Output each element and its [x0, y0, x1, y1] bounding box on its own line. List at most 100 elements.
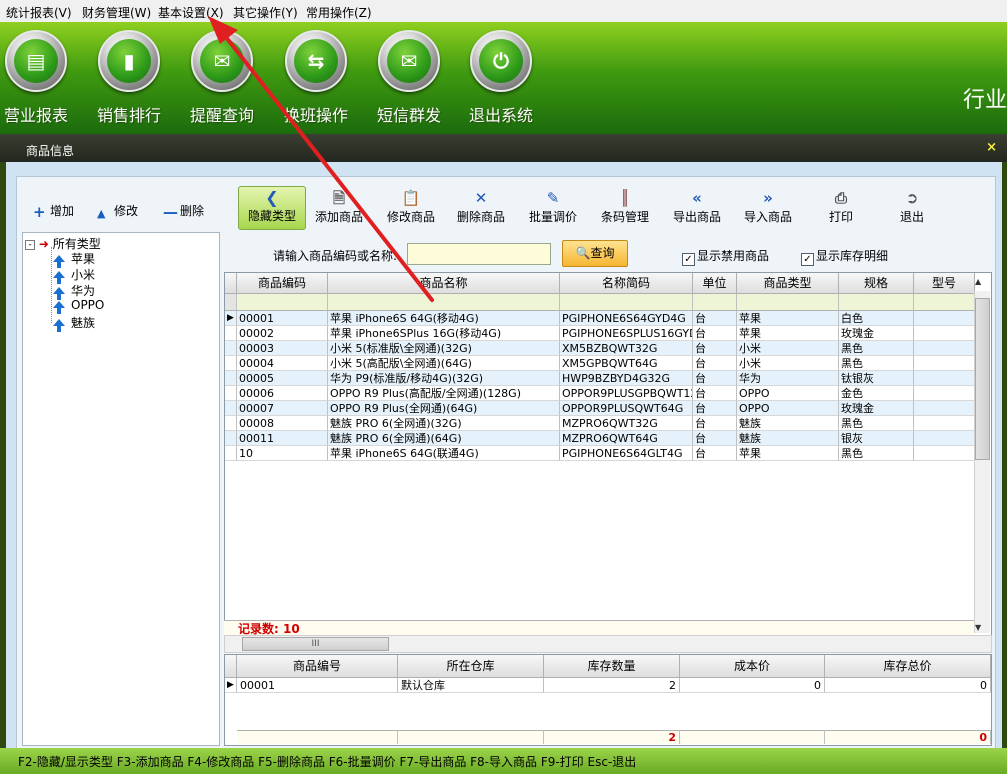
- banner-button-exit-system[interactable]: ⏻ 退出系统: [461, 30, 541, 126]
- column-header[interactable]: 名称简码: [560, 273, 693, 294]
- tree-item-oppo[interactable]: OPPO: [53, 298, 104, 314]
- table-cell[interactable]: [914, 416, 975, 431]
- scroll-down-icon[interactable]: ▼: [975, 623, 981, 632]
- delete-category-button[interactable]: — 删除: [163, 202, 204, 220]
- filter-cell[interactable]: [914, 294, 975, 311]
- stock-column-header[interactable]: 库存数量: [544, 655, 680, 678]
- search-input[interactable]: [407, 243, 551, 265]
- table-cell[interactable]: 华为 P9(标准版/移动4G)(32G): [328, 371, 560, 386]
- table-cell[interactable]: 魅族: [737, 431, 839, 446]
- table-cell[interactable]: OPPOR9PLUSGPBQWT128G: [560, 386, 693, 401]
- table-cell[interactable]: [914, 446, 975, 461]
- table-cell[interactable]: 苹果: [737, 326, 839, 341]
- table-cell[interactable]: 00004: [237, 356, 328, 371]
- tree-item-xiaomi[interactable]: 小米: [53, 266, 95, 284]
- filter-cell[interactable]: [237, 294, 328, 311]
- filter-cell[interactable]: [737, 294, 839, 311]
- table-cell[interactable]: PGIPHONE6S64GLT4G: [560, 446, 693, 461]
- table-cell[interactable]: 苹果: [737, 446, 839, 461]
- column-header[interactable]: 商品类型: [737, 273, 839, 294]
- batch-price-button[interactable]: ✎ 批量调价: [520, 188, 586, 228]
- table-row[interactable]: 00011 魅族 PRO 6(全网通)(64G) MZPRO6QWT64G 台魅族 银灰: [225, 431, 975, 446]
- table-cell[interactable]: 00001: [237, 311, 328, 326]
- add-category-button[interactable]: + 增加: [33, 202, 74, 220]
- filter-cell[interactable]: [328, 294, 560, 311]
- table-cell[interactable]: 黑色: [839, 446, 914, 461]
- column-header[interactable]: 规格: [839, 273, 914, 294]
- table-cell[interactable]: 苹果 iPhone6SPlus 16G(移动4G): [328, 326, 560, 341]
- table-cell[interactable]: 黑色: [839, 356, 914, 371]
- table-cell[interactable]: 台: [693, 311, 737, 326]
- table-cell[interactable]: 10: [237, 446, 328, 461]
- table-cell[interactable]: 00005: [237, 371, 328, 386]
- menu-statistics[interactable]: 统计报表(V): [6, 4, 72, 21]
- stock-column-header[interactable]: 成本价: [680, 655, 825, 678]
- table-cell[interactable]: 苹果: [737, 311, 839, 326]
- column-header[interactable]: 商品编码: [237, 273, 328, 294]
- hide-type-button[interactable]: ❮ 隐藏类型: [238, 186, 306, 230]
- banner-button-sales-report[interactable]: ▤ 营业报表: [0, 30, 76, 126]
- add-product-button[interactable]: 🗎 添加商品: [306, 188, 372, 228]
- table-row[interactable]: 00006 OPPO R9 Plus(高配版/全网通)(128G) OPPOR9PL…: [225, 386, 975, 401]
- horizontal-scroll-thumb[interactable]: III: [242, 637, 389, 651]
- table-cell[interactable]: HWP9BZBYD4G32G: [560, 371, 693, 386]
- tree-item-meizu[interactable]: 魅族: [53, 314, 95, 332]
- column-header[interactable]: 商品名称: [328, 273, 560, 294]
- menu-other-ops[interactable]: 其它操作(Y): [233, 4, 298, 21]
- table-cell[interactable]: 00008: [237, 416, 328, 431]
- vertical-scroll-thumb[interactable]: [975, 298, 990, 460]
- table-cell[interactable]: PGIPHONE6SPLUS16GYD4G: [560, 326, 693, 341]
- table-cell[interactable]: MZPRO6QWT32G: [560, 416, 693, 431]
- table-cell[interactable]: 台: [693, 341, 737, 356]
- show-disabled-checkbox[interactable]: ✓ 显示禁用商品: [682, 247, 769, 266]
- table-cell[interactable]: 00006: [237, 386, 328, 401]
- query-button[interactable]: 🔍查询: [562, 240, 628, 267]
- table-cell[interactable]: XM5GPBQWT64G: [560, 356, 693, 371]
- table-cell[interactable]: OPPO R9 Plus(高配版/全网通)(128G): [328, 386, 560, 401]
- column-header[interactable]: 单位: [693, 273, 737, 294]
- table-cell[interactable]: [914, 386, 975, 401]
- banner-button-reminder[interactable]: ✉ 提醒查询: [182, 30, 262, 126]
- table-cell[interactable]: 小米 5(高配版\全网通)(64G): [328, 356, 560, 371]
- scroll-up-icon[interactable]: ▲: [975, 277, 981, 286]
- table-cell[interactable]: [914, 371, 975, 386]
- table-row[interactable]: 00004 小米 5(高配版\全网通)(64G) XM5GPBQWT64G 台小米 黑色: [225, 356, 975, 371]
- stock-cell[interactable]: 0: [680, 678, 825, 693]
- table-cell[interactable]: 台: [693, 401, 737, 416]
- table-cell[interactable]: 台: [693, 326, 737, 341]
- table-cell[interactable]: 金色: [839, 386, 914, 401]
- show-stock-detail-checkbox[interactable]: ✓ 显示库存明细: [801, 247, 888, 266]
- tree-item-huawei[interactable]: 华为: [53, 282, 95, 300]
- table-row[interactable]: 10 苹果 iPhone6S 64G(联通4G) PGIPHONE6S64GLT4G…: [225, 446, 975, 461]
- table-row[interactable]: 00003 小米 5(标准版\全网通)(32G) XM5BZBQWT32G 台小米 黑色: [225, 341, 975, 356]
- stock-cell[interactable]: 2: [544, 678, 680, 693]
- table-cell[interactable]: 魅族: [737, 416, 839, 431]
- table-cell[interactable]: 苹果 iPhone6S 64G(联通4G): [328, 446, 560, 461]
- table-cell[interactable]: 苹果 iPhone6S 64G(移动4G): [328, 311, 560, 326]
- table-row[interactable]: 00005 华为 P9(标准版/移动4G)(32G) HWP9BZBYD4G32G 台…: [225, 371, 975, 386]
- table-cell[interactable]: 小米: [737, 356, 839, 371]
- edit-product-button[interactable]: 📋 修改商品: [378, 188, 444, 228]
- tree-item-apple[interactable]: 苹果: [53, 250, 95, 268]
- table-cell[interactable]: PGIPHONE6S64GYD4G: [560, 311, 693, 326]
- table-row[interactable]: ▶ 00001 苹果 iPhone6S 64G(移动4G) PGIPHONE6S64G…: [225, 311, 975, 326]
- table-cell[interactable]: 黑色: [839, 341, 914, 356]
- filter-cell[interactable]: [693, 294, 737, 311]
- table-cell[interactable]: [914, 431, 975, 446]
- menu-common-ops[interactable]: 常用操作(Z): [306, 4, 372, 21]
- table-cell[interactable]: 台: [693, 431, 737, 446]
- print-button[interactable]: ⎙ 打印: [808, 188, 874, 228]
- close-icon[interactable]: ×: [986, 140, 997, 155]
- stock-column-header[interactable]: 商品编号: [237, 655, 398, 678]
- import-product-button[interactable]: » 导入商品: [735, 188, 801, 228]
- stock-cell[interactable]: 00001: [237, 678, 398, 693]
- exit-button[interactable]: ➲ 退出: [879, 188, 945, 228]
- table-cell[interactable]: 00003: [237, 341, 328, 356]
- table-cell[interactable]: 台: [693, 386, 737, 401]
- delete-product-button[interactable]: ✕ 删除商品: [448, 188, 514, 228]
- table-cell[interactable]: 魅族 PRO 6(全网通)(32G): [328, 416, 560, 431]
- table-cell[interactable]: [914, 341, 975, 356]
- banner-button-sms[interactable]: ✉ 短信群发: [369, 30, 449, 126]
- table-cell[interactable]: OPPOR9PLUSQWT64G: [560, 401, 693, 416]
- table-cell[interactable]: 台: [693, 356, 737, 371]
